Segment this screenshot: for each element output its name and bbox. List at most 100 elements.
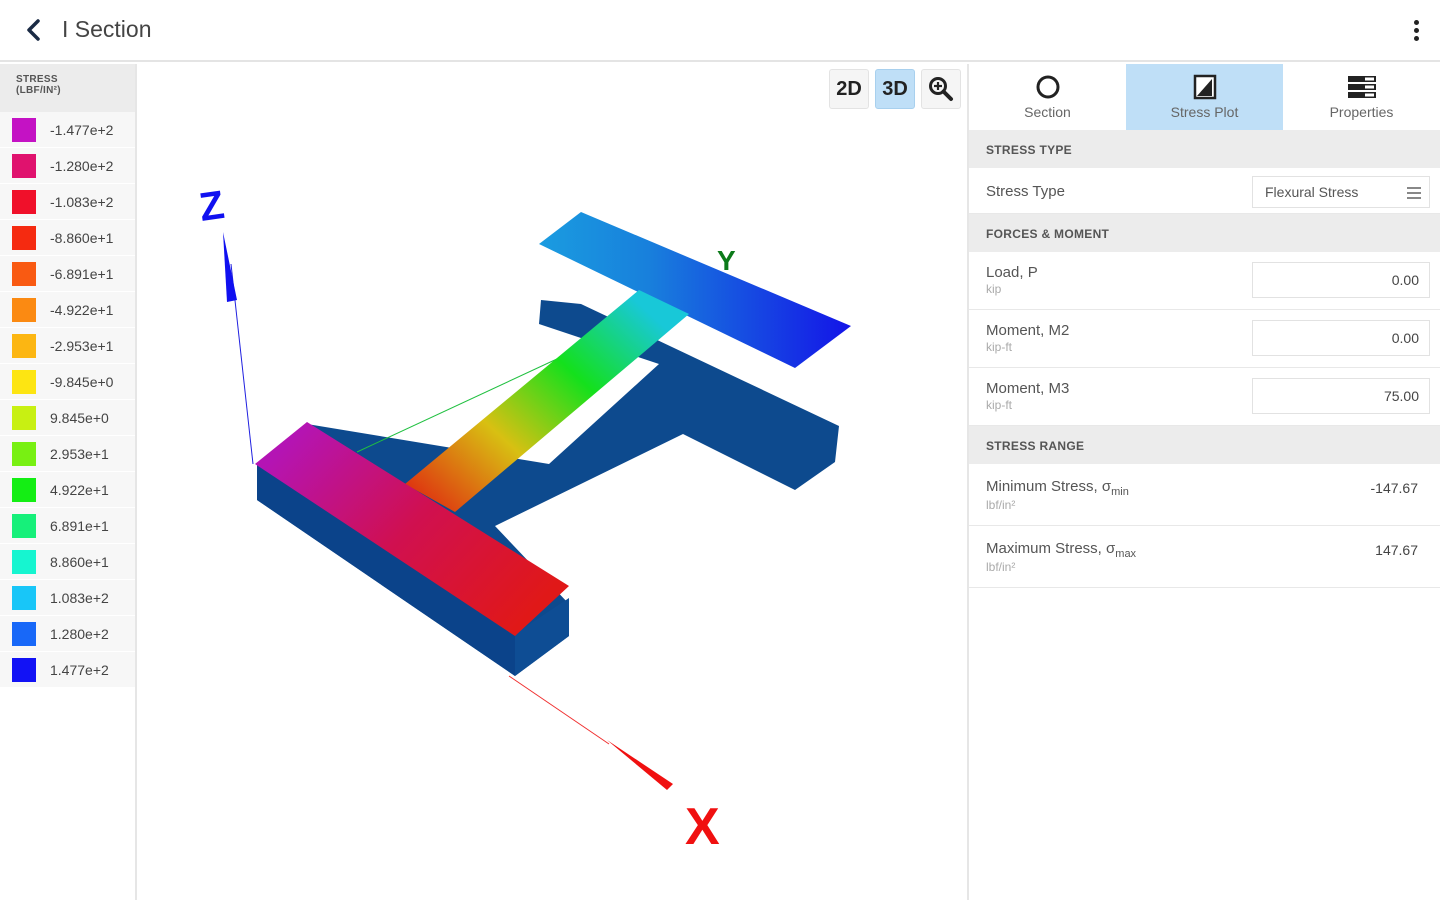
- z-axis-arrow: [223, 232, 237, 302]
- legend-swatch: [12, 477, 36, 502]
- legend-swatch: [12, 333, 36, 358]
- stress-plot-icon: [1193, 74, 1216, 100]
- min-stress-value: -147.67: [1370, 480, 1418, 496]
- circle-icon: [1036, 75, 1059, 99]
- legend-swatch: [12, 657, 36, 682]
- properties-panel: Section Stress Plot Properties STRESS TY…: [967, 64, 1440, 900]
- stress-type-row: Stress Type Flexural Stress: [969, 168, 1440, 214]
- legend-swatch: [12, 585, 36, 610]
- stress-type-header: STRESS TYPE: [969, 130, 1440, 168]
- legend-swatch: [12, 117, 36, 142]
- legend-item: -2.953e+1: [0, 328, 135, 364]
- zoom-icon: [929, 77, 953, 101]
- page-title: I Section: [62, 16, 152, 42]
- load-unit: kip: [986, 282, 1002, 296]
- legend-item: -1.280e+2: [0, 148, 135, 184]
- tab-properties[interactable]: Properties: [1283, 64, 1440, 130]
- legend-item: -1.477e+2: [0, 112, 135, 148]
- legend-swatch: [12, 369, 36, 394]
- legend-swatch: [12, 621, 36, 646]
- i-section-3d-model[interactable]: Z X Y: [139, 64, 967, 900]
- menu-icon: [1407, 187, 1421, 199]
- x-axis-arrow: [607, 740, 673, 790]
- legend-label: 1.083e+2: [50, 589, 109, 606]
- load-input[interactable]: [1252, 262, 1430, 298]
- legend-label: -8.860e+1: [50, 229, 114, 246]
- legend-item: 1.280e+2: [0, 616, 135, 652]
- stress-type-select[interactable]: Flexural Stress: [1252, 176, 1430, 208]
- legend-label: -6.891e+1: [50, 265, 114, 282]
- legend-label: -4.922e+1: [50, 301, 114, 318]
- legend-swatch: [12, 297, 36, 322]
- legend-swatch: [12, 153, 36, 178]
- legend-item: 1.083e+2: [0, 580, 135, 616]
- stress-range-header: STRESS RANGE: [969, 426, 1440, 464]
- moment-m2-input[interactable]: [1252, 320, 1430, 356]
- tab-stress-plot[interactable]: Stress Plot: [1126, 64, 1283, 130]
- legend-label: -1.477e+2: [50, 121, 114, 138]
- legend-label: -2.953e+1: [50, 337, 114, 354]
- legend-item: -8.860e+1: [0, 220, 135, 256]
- max-stress-row: Maximum Stress, σmax lbf/in² 147.67: [969, 526, 1440, 588]
- legend-item: -4.922e+1: [0, 292, 135, 328]
- legend-label: 2.953e+1: [50, 445, 109, 462]
- legend-label: 1.280e+2: [50, 625, 109, 642]
- legend-item: 9.845e+0: [0, 400, 135, 436]
- zoom-button[interactable]: [921, 69, 961, 109]
- z-axis-label: Z: [197, 183, 227, 230]
- forces-header: FORCES & MOMENT: [969, 214, 1440, 252]
- legend-swatch: [12, 441, 36, 466]
- min-stress-label: Minimum Stress, σmin: [986, 478, 1129, 498]
- legend-swatch: [12, 261, 36, 286]
- max-stress-label: Maximum Stress, σmax: [986, 540, 1137, 560]
- load-row: Load, P kip: [969, 252, 1440, 310]
- moment-m2-label: Moment, M2: [986, 322, 1070, 339]
- tab-section[interactable]: Section: [969, 64, 1126, 130]
- y-axis-label: Y: [717, 245, 736, 276]
- legend-label: -1.083e+2: [50, 193, 114, 210]
- legend-swatch: [12, 549, 36, 574]
- panel-tabs: Section Stress Plot Properties: [969, 64, 1440, 130]
- legend-label: 4.922e+1: [50, 481, 109, 498]
- min-stress-unit: lbf/in²: [986, 498, 1016, 512]
- legend-item: 6.891e+1: [0, 508, 135, 544]
- moment-m2-row: Moment, M2 kip-ft: [969, 310, 1440, 368]
- stress-type-label: Stress Type: [986, 183, 1065, 200]
- legend-item: -1.083e+2: [0, 184, 135, 220]
- back-button[interactable]: [18, 14, 50, 46]
- legend-label: 6.891e+1: [50, 517, 109, 534]
- legend-label: 1.477e+2: [50, 661, 109, 678]
- legend-item: -6.891e+1: [0, 256, 135, 292]
- more-menu-button[interactable]: [1404, 16, 1428, 44]
- app-bar: I Section: [0, 0, 1440, 62]
- legend-label: -1.280e+2: [50, 157, 114, 174]
- legend-label: 8.860e+1: [50, 553, 109, 570]
- view-2d-button[interactable]: 2D: [829, 69, 869, 109]
- chevron-left-icon: [27, 19, 40, 41]
- legend-swatch: [12, 513, 36, 538]
- legend-item: -9.845e+0: [0, 364, 135, 400]
- legend-label: -9.845e+0: [50, 373, 114, 390]
- max-stress-value: 147.67: [1375, 542, 1418, 558]
- legend-title: STRESS (LBF/IN²): [0, 64, 135, 112]
- moment-m3-unit: kip-ft: [986, 398, 1013, 412]
- moment-m3-row: Moment, M3 kip-ft: [969, 368, 1440, 426]
- 3d-viewport[interactable]: Z X Y 2D 3D: [139, 64, 967, 900]
- x-axis-label: X: [685, 798, 720, 856]
- view-3d-button[interactable]: 3D: [875, 69, 915, 109]
- load-label: Load, P: [986, 264, 1038, 281]
- stress-legend: STRESS (LBF/IN²) -1.477e+2 -1.280e+2 -1.08…: [0, 64, 137, 900]
- moment-m3-label: Moment, M3: [986, 380, 1070, 397]
- moment-m2-unit: kip-ft: [986, 340, 1013, 354]
- legend-swatch: [12, 189, 36, 214]
- legend-item: 8.860e+1: [0, 544, 135, 580]
- legend-item: 4.922e+1: [0, 472, 135, 508]
- legend-swatch: [12, 405, 36, 430]
- max-stress-unit: lbf/in²: [986, 560, 1016, 574]
- properties-icon: [1347, 76, 1376, 98]
- moment-m3-input[interactable]: [1252, 378, 1430, 414]
- legend-swatch: [12, 225, 36, 250]
- legend-item: 1.477e+2: [0, 652, 135, 688]
- legend-item: 2.953e+1: [0, 436, 135, 472]
- min-stress-row: Minimum Stress, σmin lbf/in² -147.67: [969, 464, 1440, 526]
